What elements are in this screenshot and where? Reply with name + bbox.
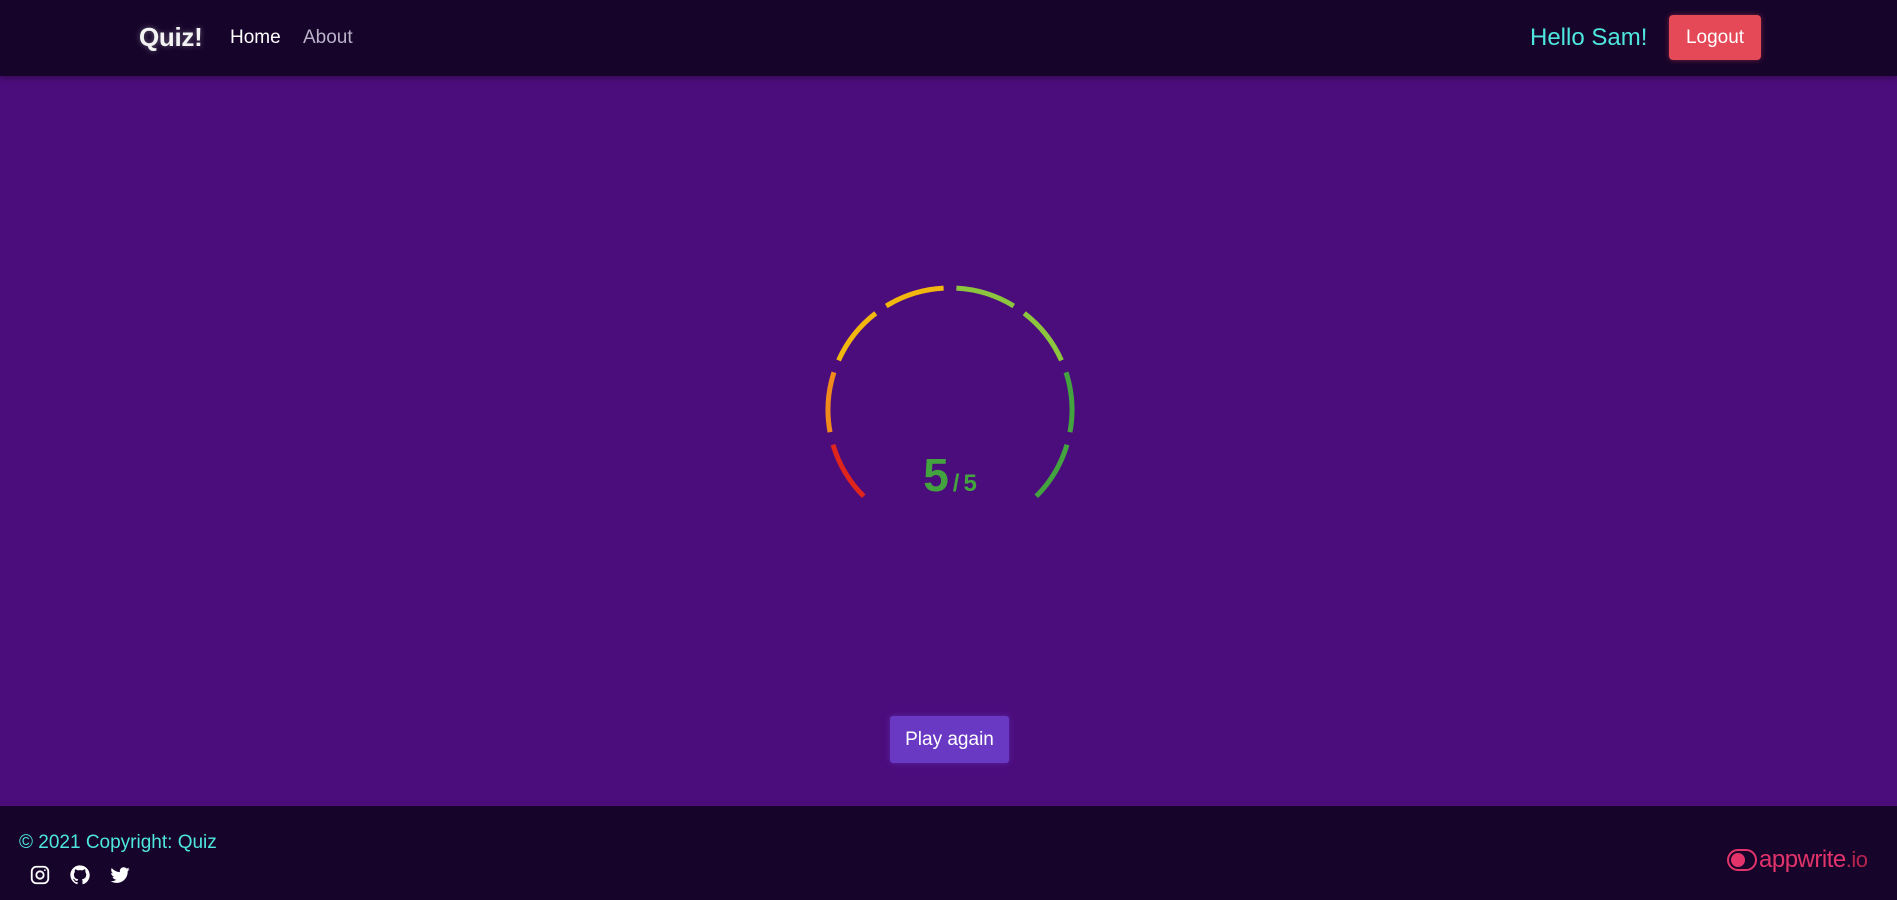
appwrite-badge[interactable]: appwrite.io [1727, 846, 1868, 874]
score-value: 5 [923, 449, 949, 501]
gauge-segment [1063, 371, 1075, 433]
footer: © 2021 Copyright: Quiz appwrite.io [0, 806, 1897, 900]
github-icon[interactable] [69, 864, 91, 886]
appwrite-logo-icon [1727, 849, 1757, 871]
nav-link-about[interactable]: About [303, 27, 353, 49]
gauge-segment [884, 285, 944, 309]
gauge-segment [956, 285, 1016, 309]
appwrite-name: appwrite [1759, 846, 1846, 873]
score-separator: / [952, 470, 960, 497]
instagram-icon[interactable] [29, 864, 51, 886]
gauge-segment [825, 371, 837, 433]
score-total: 5 [963, 470, 977, 497]
top-navbar: Quiz! Home About Hello Sam! Logout [0, 0, 1897, 76]
gauge-segment [836, 311, 878, 362]
gauge-segment [1022, 311, 1064, 362]
brand-logo[interactable]: Quiz! [139, 22, 203, 53]
appwrite-tld: .io [1845, 847, 1868, 872]
copyright-text: © 2021 Copyright: Quiz [19, 832, 217, 853]
nav-link-home[interactable]: Home [230, 27, 281, 49]
play-again-button[interactable]: Play again [890, 716, 1009, 763]
appwrite-wordmark: appwrite.io [1759, 846, 1868, 874]
score-display: 5/5 [810, 448, 1090, 502]
user-greeting: Hello Sam! [1530, 24, 1648, 51]
logout-button[interactable]: Logout [1669, 15, 1761, 60]
twitter-icon[interactable] [109, 864, 131, 886]
